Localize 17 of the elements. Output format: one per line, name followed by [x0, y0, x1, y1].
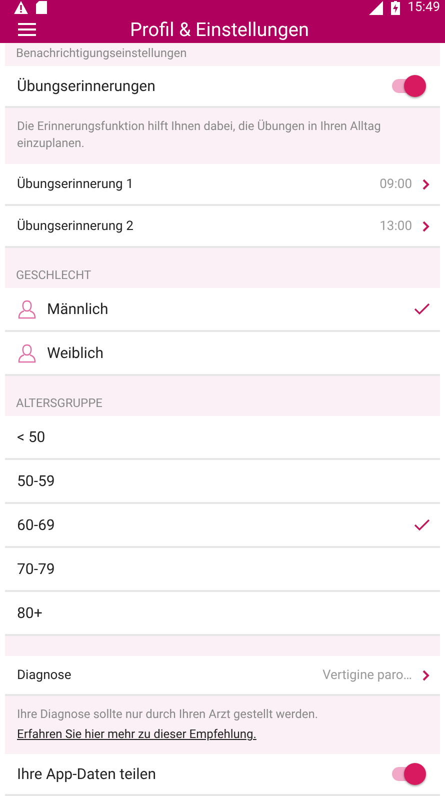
learn-more-link[interactable]: Erfahren Sie hier mehr zu dieser Empfehlung.	[17, 727, 256, 741]
chevron-right-icon	[422, 178, 430, 190]
setting-label: Übungserinnerungen	[17, 77, 156, 95]
section-header: ALTERSGRUPPE	[5, 376, 440, 416]
sd-card-icon	[36, 1, 47, 14]
chevron-right-icon	[422, 670, 430, 680]
section-header: GESCHLECHT	[5, 248, 440, 288]
info-text: Die Erinnerungsfunktion hilft Ihnen dabei, die Übungen in Ihren Alltag einzuplanen.	[17, 118, 382, 152]
chevron-right-icon	[422, 220, 430, 232]
setting-label: Ihre App-Daten teilen	[17, 765, 157, 783]
menu-icon[interactable]	[18, 22, 36, 36]
info-text: Ihre Diagnose sollte nur durch Ihren Arzt gestellt werden.	[17, 706, 319, 723]
app-bar-title: Profil & Einstellungen	[129, 18, 310, 41]
section-header: Benachrichtigungseinstellungen	[5, 43, 440, 66]
person-icon	[17, 299, 37, 319]
person-icon	[17, 343, 37, 363]
status-time: 15:49	[408, 0, 440, 16]
